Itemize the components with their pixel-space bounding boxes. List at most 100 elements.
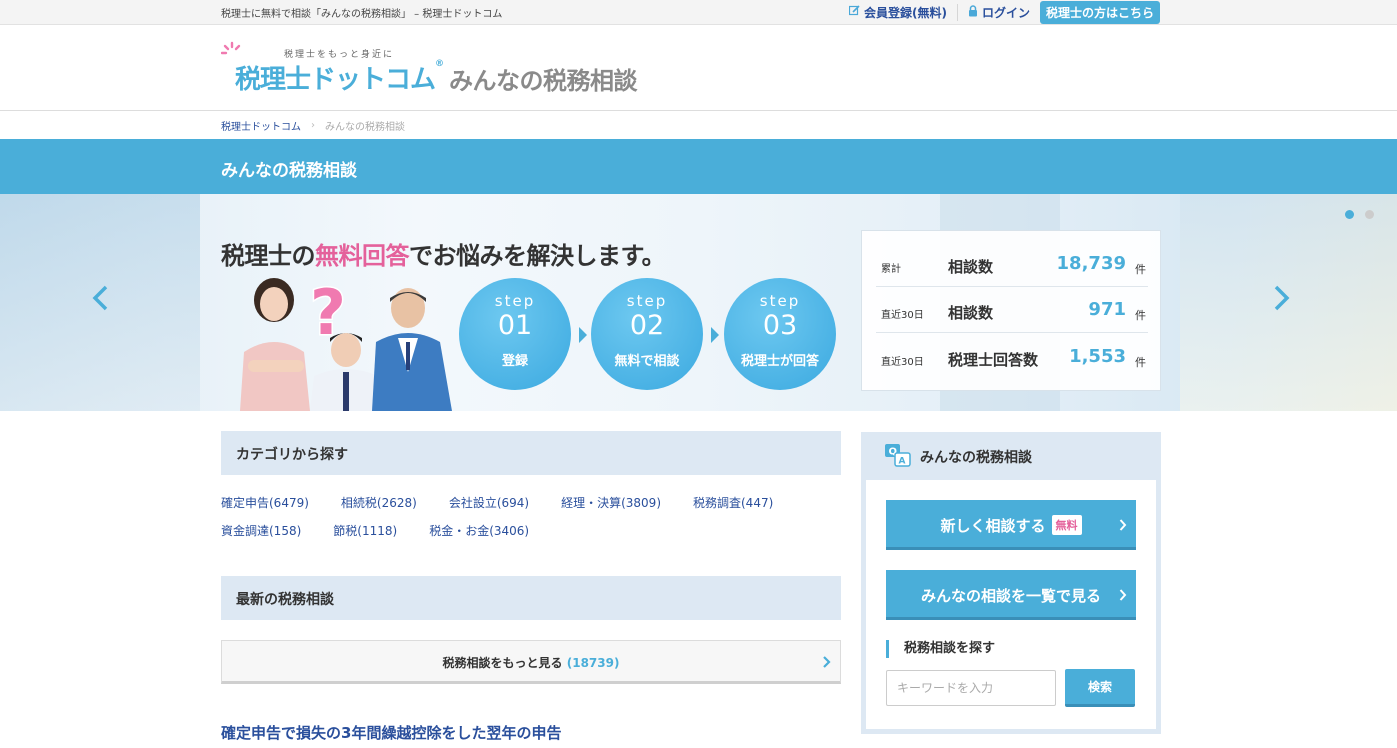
- keyword-search-input[interactable]: [886, 670, 1056, 706]
- stat-row: 累計 相談数 18,739 件: [876, 241, 1148, 287]
- stat-period: 直近30日: [881, 310, 924, 321]
- hero-headline: 税理士の無料回答でお悩みを解決します。: [221, 236, 666, 271]
- article-link[interactable]: 確定申告で損失の3年間繰越控除をした翌年の申告: [221, 722, 561, 743]
- stat-name: 相談数: [948, 258, 994, 276]
- chevron-right-icon: [823, 656, 831, 668]
- carousel-next-icon[interactable]: [1270, 284, 1292, 312]
- step-description: 税理士が回答: [740, 354, 819, 369]
- step-number: 01: [497, 310, 533, 341]
- svg-text:A: A: [899, 457, 906, 467]
- step-label: step: [626, 292, 668, 310]
- edit-icon: [848, 5, 860, 19]
- category-link[interactable]: 相続税(2628): [341, 494, 417, 511]
- carousel-dots: [1345, 210, 1385, 219]
- headline-highlight: 無料回答: [315, 242, 410, 270]
- sidebar-header: Q A みんなの税務相談: [861, 432, 1161, 480]
- step-label: step: [759, 292, 801, 310]
- more-consultations-text: 税務相談をもっと見る (18739): [222, 654, 840, 671]
- new-consultation-text: 新しく相談する 無料: [886, 515, 1136, 536]
- stats-panel: 累計 相談数 18,739 件 直近30日 相談数 971 件 直近30日 税理…: [861, 230, 1161, 391]
- site-logo[interactable]: 税理士をもっと身近に 税理士ドットコム® みんなの税務相談: [221, 41, 661, 101]
- category-row: 資金調達(158) 節税(1118) 税金・お金(3406): [221, 516, 841, 544]
- category-heading-bar: カテゴリから探す: [221, 431, 841, 475]
- sidebar-body: 新しく相談する無料 みんなの相談を一覧で見る 税務相談を探す 検索: [866, 480, 1156, 729]
- stat-value: 18,739: [1056, 253, 1126, 274]
- consultants-illustration: ?: [240, 275, 452, 411]
- stat-period: 直近30日: [881, 357, 924, 368]
- headline-part: でお悩みを解決します。: [409, 242, 666, 270]
- latest-heading: 最新の税務相談: [236, 592, 334, 608]
- register-link[interactable]: 会員登録(無料): [848, 3, 958, 21]
- hero-carousel: 税理士の無料回答でお悩みを解決します。 ? step 01 登録 step 02: [0, 194, 1397, 411]
- more-count: (18739): [566, 656, 620, 670]
- search-button[interactable]: 検索: [1065, 669, 1135, 707]
- category-link[interactable]: 節税(1118): [333, 522, 397, 539]
- step-number: 03: [762, 310, 798, 341]
- logo-brand: 税理士ドットコム®: [235, 59, 444, 96]
- stat-period: 累計: [881, 264, 901, 275]
- tax-accountant-button[interactable]: 税理士の方はこちら: [1039, 0, 1160, 24]
- breadcrumb-current: みんなの税務相談: [325, 122, 405, 133]
- stat-unit: 件: [1135, 356, 1146, 369]
- qa-icon: Q A: [885, 444, 911, 467]
- all-consultations-label: みんなの相談を一覧で見る: [920, 587, 1101, 605]
- new-consultation-label: 新しく相談する: [940, 517, 1046, 535]
- registered-mark: ®: [435, 59, 444, 69]
- step-02: step 02 無料で相談: [591, 278, 703, 390]
- site-header: 税理士をもっと身近に 税理士ドットコム® みんなの税務相談: [0, 25, 1397, 111]
- step-description: 登録: [501, 354, 528, 369]
- sidebar-title: みんなの税務相談: [920, 450, 1032, 466]
- carousel-dot-2[interactable]: [1365, 210, 1374, 219]
- step-arrow-icon: [579, 327, 587, 343]
- stat-row: 直近30日 税理士回答数 1,553 件: [876, 334, 1148, 380]
- sidebar: Q A みんなの税務相談 新しく相談する 無料 みんなの相談を一覧で見る 税務相談…: [861, 432, 1161, 734]
- step-description: 無料で相談: [614, 354, 680, 369]
- latest-heading-bar: 最新の税務相談: [221, 576, 841, 620]
- category-link[interactable]: 資金調達(158): [221, 522, 301, 539]
- step-01: step 01 登録: [459, 278, 571, 390]
- breadcrumb-home[interactable]: 税理士ドットコム: [221, 118, 301, 133]
- all-consultations-button[interactable]: みんなの相談を一覧で見る: [886, 570, 1136, 620]
- step-number: 02: [629, 310, 665, 341]
- login-label: ログイン: [981, 5, 1030, 20]
- category-row: 確定申告(6479) 相続税(2628) 会社設立(694) 経理・決算(380…: [221, 488, 841, 516]
- logo-service-name: みんなの税務相談: [449, 67, 638, 95]
- stat-unit: 件: [1135, 263, 1146, 276]
- stat-name: 相談数: [948, 304, 994, 322]
- category-link[interactable]: 経理・決算(3809): [561, 494, 661, 511]
- category-link[interactable]: 会社設立(694): [449, 494, 529, 511]
- free-badge: 無料: [1051, 515, 1082, 535]
- site-tagline: 税理士に無料で相談「みんなの税務相談」 – 税理士ドットコム: [221, 9, 503, 20]
- stat-unit: 件: [1135, 309, 1146, 322]
- search-heading: 税務相談を探す: [886, 640, 995, 658]
- stat-name: 税理士回答数: [948, 351, 1039, 369]
- step-label: step: [494, 292, 536, 310]
- register-label: 会員登録(無料): [863, 5, 947, 20]
- carousel-prev-icon[interactable]: [90, 284, 112, 312]
- breadcrumb: 税理士ドットコム › みんなの税務相談: [221, 118, 405, 133]
- category-link[interactable]: 税金・お金(3406): [429, 522, 529, 539]
- logo-brand-text: 税理士ドットコム: [235, 65, 436, 95]
- stat-row: 直近30日 相談数 971 件: [876, 287, 1148, 333]
- breadcrumb-chevron-icon: ›: [311, 120, 315, 131]
- category-link[interactable]: 確定申告(6479): [221, 494, 309, 511]
- category-link[interactable]: 税務調査(447): [693, 494, 773, 511]
- login-link[interactable]: ログイン: [968, 4, 1030, 21]
- step-arrow-icon: [711, 327, 719, 343]
- title-band: みんなの税務相談: [0, 139, 1397, 194]
- more-consultations-button[interactable]: 税務相談をもっと見る (18739): [221, 640, 841, 684]
- chevron-right-icon: [1119, 519, 1127, 531]
- category-heading: カテゴリから探す: [236, 447, 348, 463]
- carousel-dot-1[interactable]: [1345, 210, 1354, 219]
- more-label: 税務相談をもっと見る: [442, 656, 563, 670]
- headline-part: 税理士の: [221, 242, 316, 270]
- chevron-right-icon: [1119, 589, 1127, 601]
- stat-value: 971: [1088, 299, 1126, 320]
- top-links: 会員登録(無料) ログイン 税理士の方はこちら: [848, 0, 1160, 24]
- stat-value: 1,553: [1069, 346, 1126, 367]
- page-title: みんなの税務相談: [221, 161, 357, 181]
- new-consultation-button[interactable]: 新しく相談する 無料: [886, 500, 1136, 550]
- category-list: 確定申告(6479) 相続税(2628) 会社設立(694) 経理・決算(380…: [221, 488, 841, 544]
- step-03: step 03 税理士が回答: [724, 278, 836, 390]
- lock-icon: [968, 4, 978, 20]
